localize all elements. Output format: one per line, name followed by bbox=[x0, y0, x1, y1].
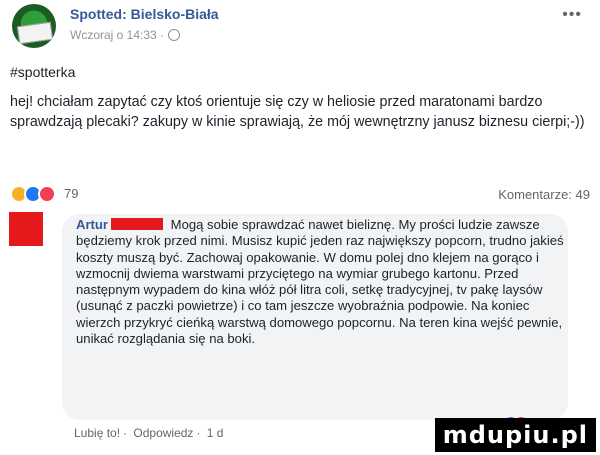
reaction-count: 79 bbox=[64, 186, 79, 201]
reply-button[interactable]: Odpowiedz bbox=[133, 426, 193, 440]
commenter-avatar[interactable] bbox=[9, 212, 43, 246]
globe-icon bbox=[168, 29, 181, 41]
post-header: Spotted: Bielsko-Biała Wczoraj o 14:33 ·… bbox=[10, 4, 590, 54]
page-name-link[interactable]: Spotted: Bielsko-Biała bbox=[70, 6, 219, 22]
site-watermark: mdupiu.pl bbox=[434, 418, 596, 452]
comment-body: Artur Mogą sobie sprawdzać nawet bielizn… bbox=[76, 217, 564, 347]
page-avatar[interactable] bbox=[12, 4, 56, 48]
comment-actions: Lubię to! · Odpowiedz · 1 d bbox=[74, 426, 224, 440]
hashtag-link[interactable]: #spotterka bbox=[10, 64, 75, 80]
like-button[interactable]: Lubię to! bbox=[74, 426, 120, 440]
comments-count-link[interactable]: Komentarze: 49 bbox=[498, 187, 590, 202]
post-meta: Wczoraj o 14:33 · bbox=[70, 28, 181, 42]
more-options-icon[interactable]: ••• bbox=[562, 6, 582, 24]
comment-author-link[interactable]: Artur bbox=[76, 217, 108, 232]
post-time[interactable]: Wczoraj o 14:33 · bbox=[70, 28, 164, 42]
love-icon bbox=[38, 185, 56, 203]
comment-text: Mogą sobie sprawdzać nawet bieliznę. My … bbox=[76, 217, 564, 347]
comment-age[interactable]: 1 d bbox=[207, 426, 224, 440]
comment-bubble: Artur Mogą sobie sprawdzać nawet bielizn… bbox=[62, 214, 568, 420]
post-text: hej! chciałam zapytać czy ktoś orientuje… bbox=[10, 94, 585, 130]
redaction-bar bbox=[111, 218, 164, 230]
